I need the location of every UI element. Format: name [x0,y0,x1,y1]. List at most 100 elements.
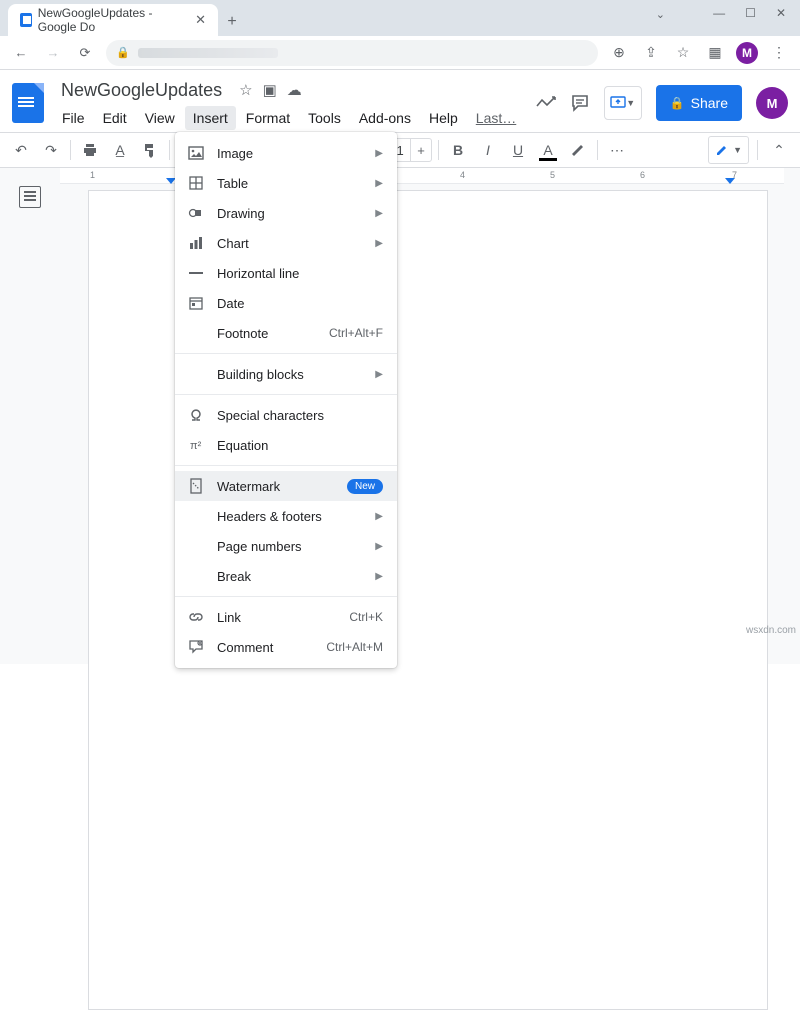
menu-format[interactable]: Format [238,106,298,130]
blank-icon [187,537,205,555]
insert-comment[interactable]: CommentCtrl+Alt+M [175,632,397,662]
omega-icon [187,406,205,424]
back-button[interactable]: ← [10,42,32,64]
italic-button[interactable]: I [475,137,501,163]
bookmark-icon[interactable]: ☆ [672,42,694,64]
minimize-icon[interactable]: — [713,6,725,20]
submenu-arrow-icon: ▶ [375,541,383,552]
zoom-icon[interactable]: ⊕ [608,42,630,64]
print-button[interactable] [77,137,103,163]
comments-icon[interactable] [570,93,590,113]
font-size-increase[interactable]: + [411,143,431,158]
insert-footnote[interactable]: Footnote Ctrl+Alt+F [175,318,397,348]
blank-icon [187,365,205,383]
menu-edit[interactable]: Edit [95,106,135,130]
menu-addons[interactable]: Add-ons [351,106,419,130]
insert-link[interactable]: Link Ctrl+K [175,602,397,632]
insert-equation[interactable]: π²Equation [175,430,397,460]
insert-image[interactable]: Image▶ [175,138,397,168]
document-title-input[interactable]: NewGoogleUpdates [54,77,229,104]
underline-button[interactable]: U [505,137,531,163]
menu-item-label: Link [217,610,337,625]
shortcut-label: Ctrl+K [349,610,383,624]
link-icon [187,608,205,626]
shortcut-label: Ctrl+Alt+F [329,326,383,340]
right-gutter [784,168,800,664]
watermark-icon [187,477,205,495]
insert-chart[interactable]: Chart▶ [175,228,397,258]
horizontal-ruler[interactable]: 134567 [60,168,784,184]
insert-headers-footers[interactable]: Headers & footers▶ [175,501,397,531]
insert-building-blocks[interactable]: Building blocks▶ [175,359,397,389]
docs-toolbar: ↶ ↷ A̲ − 11 + B I U A ⋯ ▼ ⌃ [0,132,800,168]
new-tab-button[interactable]: + [218,8,246,36]
submenu-arrow-icon: ▶ [375,178,383,189]
menu-last[interactable]: Last… [468,106,524,130]
share-lock-icon: 🔒 [670,96,685,110]
tab-overflow-icon[interactable]: ⌄ [656,8,665,21]
insert-watermark[interactable]: WatermarkNew [175,471,397,501]
tab-title: NewGoogleUpdates - Google Do [38,6,185,34]
document-canvas[interactable]: 134567 [60,168,784,664]
menu-item-label: Drawing [217,206,363,221]
menu-view[interactable]: View [137,106,183,130]
star-icon[interactable]: ☆ [239,81,252,99]
insert-break[interactable]: Break▶ [175,561,397,591]
move-icon[interactable]: ▣ [263,81,277,99]
close-window-icon[interactable]: ✕ [776,6,786,20]
menu-item-label: Equation [217,438,383,453]
menu-insert[interactable]: Insert [185,106,236,130]
docs-favicon-icon [20,13,32,27]
tab-close-icon[interactable]: ✕ [195,12,206,28]
menu-separator [175,465,397,466]
browser-menu-icon[interactable]: ⋮ [768,42,790,64]
insert-special-characters[interactable]: Special characters [175,400,397,430]
hide-menus-button[interactable]: ⌃ [766,137,792,163]
browser-profile-avatar[interactable]: M [736,42,758,64]
bold-button[interactable]: B [445,137,471,163]
browser-tab[interactable]: NewGoogleUpdates - Google Do ✕ [8,4,218,36]
text-color-button[interactable]: A [535,137,561,163]
menu-item-label: Date [217,296,383,311]
hr-icon [187,264,205,282]
insert-page-numbers[interactable]: Page numbers▶ [175,531,397,561]
paint-format-button[interactable] [137,137,163,163]
insert-table[interactable]: Table ▶ [175,168,397,198]
insert-drawing[interactable]: Drawing▶ [175,198,397,228]
spellcheck-button[interactable]: A̲ [107,137,133,163]
menu-item-label: Table [217,176,363,191]
blank-icon [187,507,205,525]
insert-horizontal-line[interactable]: Horizontal line [175,258,397,288]
activity-icon[interactable] [536,96,556,110]
share-button[interactable]: 🔒 Share [656,85,742,121]
workspace: 134567 [0,168,800,664]
highlight-button[interactable] [565,137,591,163]
google-account-avatar[interactable]: M [756,87,788,119]
drawing-icon [187,204,205,222]
outline-panel [0,168,60,664]
menu-item-label: Special characters [217,408,383,423]
menu-item-label: Footnote [217,326,317,341]
present-button[interactable]: ▼ [604,86,642,120]
extensions-icon[interactable]: ▦ [704,42,726,64]
menu-file[interactable]: File [54,106,93,130]
source-watermark: wsxdn.com [746,625,796,636]
maximize-icon[interactable]: ☐ [745,6,756,20]
insert-date[interactable]: Date [175,288,397,318]
reload-button[interactable]: ⟳ [74,42,96,64]
share-url-icon[interactable]: ⇪ [640,42,662,64]
table-icon [187,174,205,192]
undo-button[interactable]: ↶ [8,137,34,163]
docs-logo-icon[interactable] [12,83,44,123]
ruler-tick: 6 [640,170,645,180]
menu-separator [175,596,397,597]
cloud-status-icon[interactable]: ☁ [287,81,302,99]
menu-tools[interactable]: Tools [300,106,349,130]
editing-mode-button[interactable]: ▼ [708,136,749,164]
outline-toggle-icon[interactable] [19,186,41,208]
more-toolbar-button[interactable]: ⋯ [604,137,630,163]
date-icon [187,294,205,312]
url-input[interactable]: 🔒 [106,40,598,66]
redo-button[interactable]: ↷ [38,137,64,163]
menu-help[interactable]: Help [421,106,466,130]
